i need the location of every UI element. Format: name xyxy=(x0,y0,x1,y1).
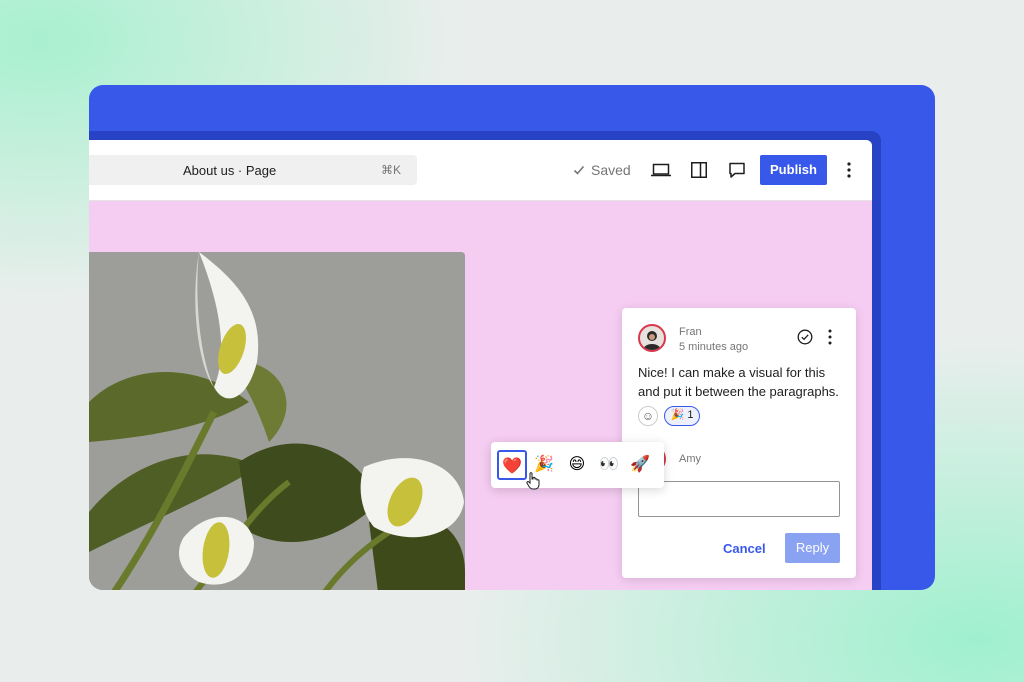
user-portrait-icon xyxy=(643,331,661,350)
shortcut-hint: ⌘K xyxy=(380,163,401,177)
reaction-count: 1 xyxy=(687,409,694,421)
emoji-picker: ❤️ 🎉 😄 👀 🚀 xyxy=(491,442,664,490)
reply-author: Amy xyxy=(679,453,701,465)
saved-label: Saved xyxy=(591,162,631,178)
emoji-option-heart[interactable]: ❤️ xyxy=(497,450,527,480)
comment-timestamp: 5 minutes ago xyxy=(679,341,749,353)
emoji-option-grin[interactable]: 😄 xyxy=(562,450,592,480)
comment-icon[interactable] xyxy=(725,158,749,182)
resolve-check-icon[interactable] xyxy=(797,329,813,345)
emoji-option-eyes[interactable]: 👀 xyxy=(594,450,624,480)
reaction-emoji: 🎉 xyxy=(670,409,685,421)
command-palette-bar[interactable]: About us · Page ⌘K xyxy=(89,155,417,185)
more-vertical-icon[interactable] xyxy=(837,158,861,182)
reaction-badge[interactable]: 🎉 1 xyxy=(664,406,700,426)
add-reaction-button[interactable]: ☺ xyxy=(638,406,658,426)
cancel-button[interactable]: Cancel xyxy=(723,541,766,556)
emoji-option-rocket[interactable]: 🚀 xyxy=(625,450,655,480)
hand-cursor-icon xyxy=(526,472,540,490)
editor-window: About us · Page ⌘K Saved Publish Fran 5 … xyxy=(89,140,872,590)
reply-input[interactable] xyxy=(638,481,840,517)
calla-lily-image[interactable] xyxy=(89,252,465,590)
comment-body: Nice! I can make a visual for this and p… xyxy=(638,365,839,399)
avatar xyxy=(638,324,666,352)
check-icon xyxy=(573,165,585,175)
flower-illustration xyxy=(89,252,465,590)
app-frame: About us · Page ⌘K Saved Publish Fran 5 … xyxy=(89,85,935,590)
publish-button[interactable]: Publish xyxy=(760,155,827,185)
saved-status: Saved xyxy=(573,162,631,178)
laptop-icon[interactable] xyxy=(649,158,673,182)
comment-more-icon[interactable] xyxy=(822,328,838,346)
editor-toolbar: About us · Page ⌘K Saved Publish xyxy=(89,140,872,201)
comment-author: Fran xyxy=(679,326,702,338)
sidebar-icon[interactable] xyxy=(687,158,711,182)
page-title: About us · Page xyxy=(183,163,277,178)
smiley-icon: ☺ xyxy=(641,409,655,423)
reply-button[interactable]: Reply xyxy=(785,533,840,563)
